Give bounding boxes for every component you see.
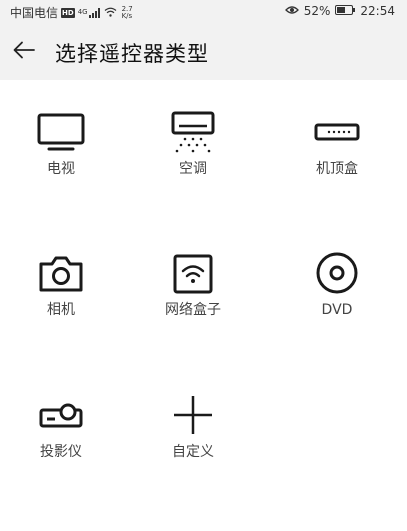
add-custom-icon — [163, 387, 223, 443]
device-dvd[interactable]: DVD — [282, 245, 392, 335]
device-label: 机顶盒 — [316, 161, 358, 177]
network-speed: 2.7 K/s — [121, 5, 133, 20]
air-conditioner-icon — [163, 104, 223, 160]
tv-icon — [31, 104, 91, 160]
projector-icon — [31, 387, 91, 443]
device-camera[interactable]: 相机 — [6, 245, 116, 335]
app-header: 选择遥控器类型 — [0, 24, 407, 80]
device-label: 相机 — [47, 302, 75, 318]
device-projector[interactable]: 投影仪 — [6, 387, 116, 477]
network-type: 4G — [77, 7, 88, 16]
back-button[interactable] — [8, 36, 40, 68]
device-label: 自定义 — [172, 444, 214, 460]
clock: 22:54 — [360, 4, 395, 18]
status-left: 中国电信 HD 4G 2.7 K/s — [10, 4, 133, 21]
page-title: 选择遥控器类型 — [55, 42, 209, 66]
signal-icon: 4G — [77, 7, 101, 18]
network-box-icon — [163, 245, 223, 301]
device-network-box[interactable]: 网络盒子 — [138, 245, 248, 335]
battery-percent: 52% — [303, 4, 331, 18]
device-label: 投影仪 — [40, 444, 82, 460]
device-label: 空调 — [179, 161, 207, 177]
back-arrow-icon — [13, 41, 35, 63]
device-tv[interactable]: 电视 — [6, 104, 116, 194]
screen: 中国电信 HD 4G 2.7 K/s 52% 22:54 选择遥控器类型 电视 … — [0, 0, 407, 531]
camera-icon — [31, 245, 91, 301]
device-label: DVD — [321, 302, 353, 318]
carrier-name: 中国电信 — [10, 6, 59, 20]
status-bar: 中国电信 HD 4G 2.7 K/s 52% 22:54 — [0, 0, 407, 24]
device-custom[interactable]: 自定义 — [138, 387, 248, 477]
hd-badge: HD — [61, 7, 75, 18]
status-right: 52% 22:54 — [284, 4, 395, 18]
device-air-conditioner[interactable]: 空调 — [138, 104, 248, 194]
eye-comfort-icon — [284, 4, 299, 18]
speed-unit: K/s — [121, 11, 133, 20]
set-top-box-icon — [307, 104, 367, 160]
dvd-icon — [307, 245, 367, 301]
battery-icon — [335, 4, 356, 18]
device-set-top-box[interactable]: 机顶盒 — [282, 104, 392, 194]
wifi-status-icon — [104, 6, 117, 20]
device-label: 网络盒子 — [165, 302, 221, 318]
device-label: 电视 — [47, 161, 75, 177]
